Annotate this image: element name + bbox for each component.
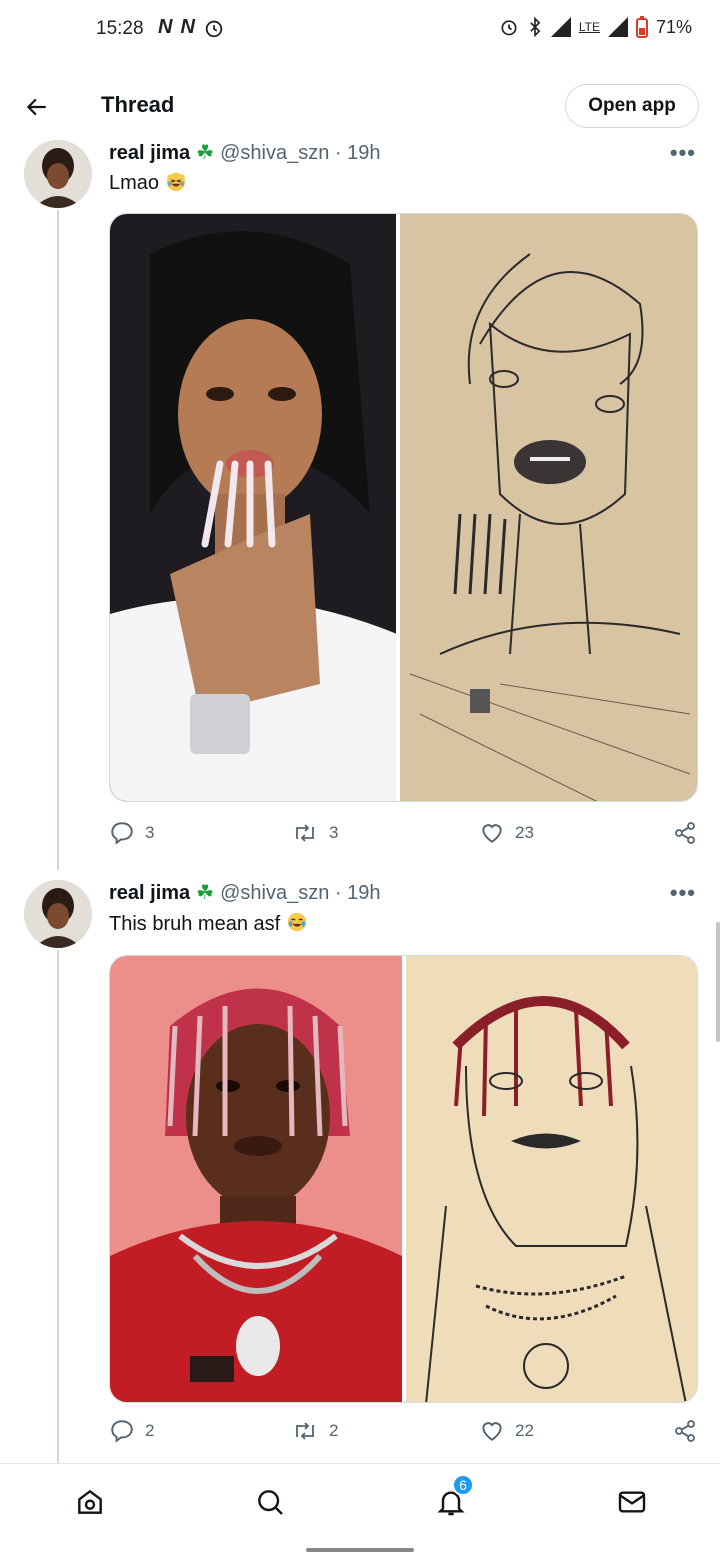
heart-icon <box>482 824 502 843</box>
more-options-button[interactable]: ••• <box>670 140 696 166</box>
alarm-icon <box>501 20 517 36</box>
nav-home[interactable] <box>70 1482 110 1522</box>
nav-search[interactable] <box>250 1482 290 1522</box>
like-count: 22 <box>515 1421 534 1440</box>
reply-icon <box>111 1420 133 1443</box>
notification-count-badge: 6 <box>452 1474 474 1496</box>
app-notification-icon: N <box>180 16 195 38</box>
media-drawing[interactable] <box>406 956 697 1402</box>
tears-of-joy-emoji <box>287 912 306 932</box>
mail-icon <box>618 1491 646 1513</box>
tweet-text-content: Lmao <box>109 172 160 194</box>
status-bar: 15:28 N N LTE 71% <box>0 0 720 60</box>
tweet-text: Lmao <box>109 170 187 195</box>
tweet-time[interactable]: 19h <box>347 882 380 904</box>
like-count: 23 <box>515 823 534 842</box>
scrollbar-thumb[interactable] <box>716 922 720 1042</box>
tweet-header: real jima ☘ @shiva_szn · 19h <box>109 140 381 165</box>
avatar-image <box>24 140 92 208</box>
clover-emoji: ☘ <box>196 142 215 164</box>
reply-icon <box>111 822 133 845</box>
reply-count: 3 <box>145 823 155 842</box>
avatar-image <box>24 880 92 948</box>
signal-icon <box>550 17 571 37</box>
bottom-navigation: 6 <box>0 1463 720 1537</box>
notification-icons: N N <box>158 16 225 39</box>
share-icon <box>675 822 695 844</box>
avatar[interactable] <box>24 880 92 948</box>
tweet-text: This bruh mean asf <box>109 911 308 936</box>
tweet-header: real jima ☘ @shiva_szn · 19h <box>109 880 381 905</box>
share-icon <box>675 1420 695 1442</box>
system-status: LTE 71% <box>499 16 692 38</box>
media-drawing[interactable] <box>400 214 697 801</box>
laughing-cat-emoji <box>166 172 185 192</box>
tweet-text-content: This bruh mean asf <box>109 913 281 935</box>
home-icon <box>78 1489 102 1514</box>
network-type: LTE <box>578 20 600 34</box>
author-name[interactable]: real jima <box>109 882 190 904</box>
separator: · <box>329 142 348 164</box>
reply-count: 2 <box>145 1421 155 1440</box>
media-photo[interactable] <box>110 956 402 1402</box>
photo-image <box>110 956 402 1402</box>
share-button[interactable] <box>673 1418 697 1444</box>
separator: · <box>329 882 348 904</box>
nav-messages[interactable] <box>612 1482 652 1522</box>
search-icon <box>258 1490 283 1515</box>
battery-icon <box>635 16 648 38</box>
back-button[interactable] <box>20 90 54 124</box>
tweet[interactable]: real jima ☘ @shiva_szn · 19h ••• This bruh… <box>0 880 720 1460</box>
app-notification-icon: N <box>158 16 173 38</box>
drawing-image <box>400 214 697 801</box>
signal-icon <box>607 17 628 37</box>
tweet-actions: 2 2 22 <box>109 1418 701 1450</box>
retweet-icon <box>296 1422 314 1440</box>
retweet-count: 3 <box>329 823 339 842</box>
author-handle[interactable]: @shiva_szn <box>220 882 329 904</box>
clover-emoji: ☘ <box>196 882 215 904</box>
tweet-actions: 3 3 23 <box>109 820 701 852</box>
reply-button[interactable]: 2 <box>109 1418 154 1444</box>
back-arrow-icon <box>26 98 46 116</box>
battery-level: 71% <box>655 16 692 37</box>
page-title: Thread <box>101 92 175 117</box>
open-app-button[interactable]: Open app <box>565 84 699 128</box>
author-handle[interactable]: @shiva_szn <box>220 142 329 164</box>
heart-icon <box>482 1422 502 1441</box>
tweet[interactable]: real jima ☘ @shiva_szn · 19h ••• Lmao 3 … <box>0 140 720 860</box>
reply-button[interactable]: 3 <box>109 820 154 846</box>
author-name[interactable]: real jima <box>109 142 190 164</box>
retweet-button[interactable]: 3 <box>291 820 338 846</box>
tweet-media[interactable] <box>109 955 698 1403</box>
home-indicator[interactable] <box>306 1548 414 1552</box>
alarm-icon <box>205 20 223 37</box>
status-time: 15:28 <box>96 18 144 39</box>
like-button[interactable]: 23 <box>479 820 534 846</box>
retweet-icon <box>296 824 314 842</box>
retweet-count: 2 <box>329 1421 339 1440</box>
thread-header: Thread Open app <box>0 62 720 142</box>
tweet-time[interactable]: 19h <box>347 142 380 164</box>
avatar[interactable] <box>24 140 92 208</box>
like-button[interactable]: 22 <box>479 1418 534 1444</box>
more-options-button[interactable]: ••• <box>670 880 696 906</box>
bluetooth-icon <box>530 17 541 37</box>
media-photo[interactable] <box>110 214 397 801</box>
drawing-image <box>406 956 697 1402</box>
tweet-media[interactable] <box>109 213 698 802</box>
share-button[interactable] <box>673 820 697 846</box>
retweet-button[interactable]: 2 <box>291 1418 338 1444</box>
photo-image <box>110 214 397 801</box>
